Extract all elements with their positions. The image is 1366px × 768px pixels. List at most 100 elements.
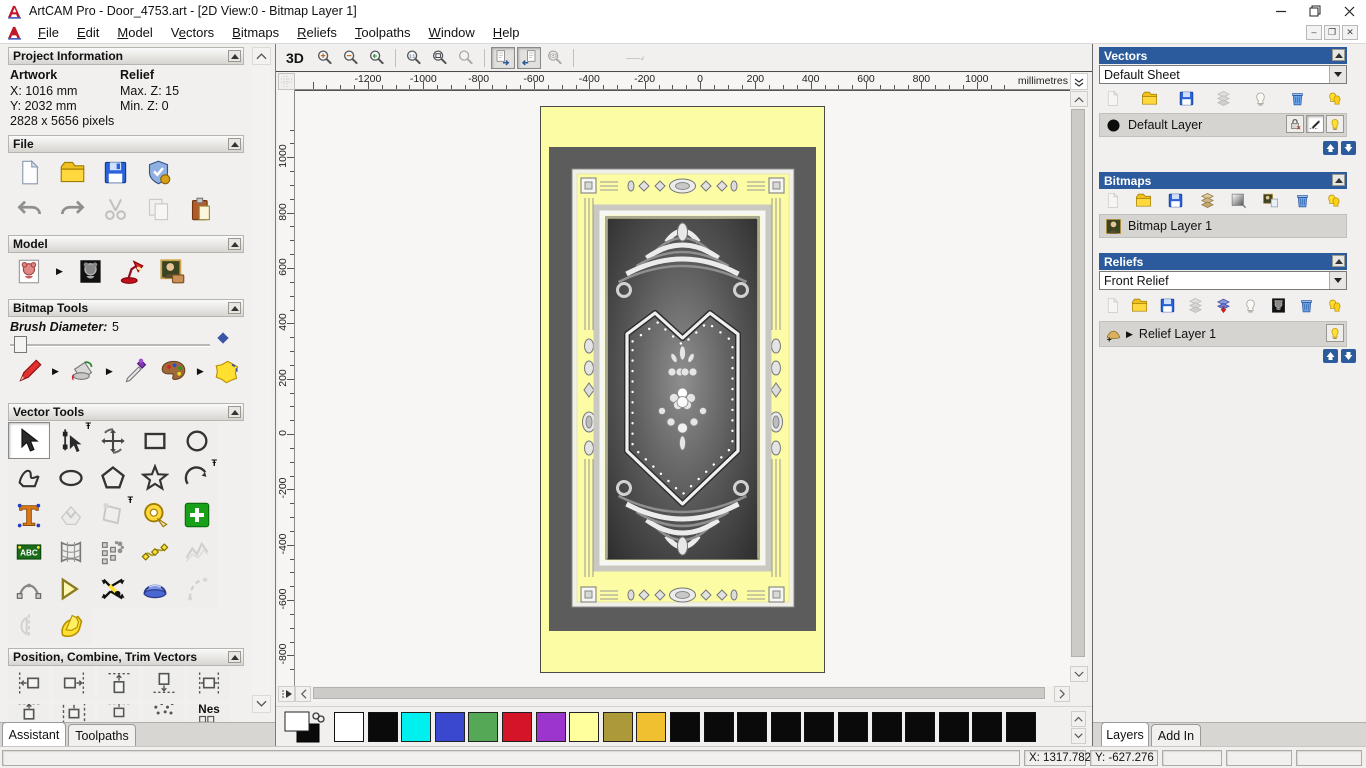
pan-page-button[interactable] bbox=[516, 46, 541, 69]
minimize-button[interactable] bbox=[1264, 0, 1298, 22]
menu-window[interactable]: Window bbox=[420, 23, 484, 42]
combine-relief-icon[interactable] bbox=[1214, 296, 1232, 314]
text-tool-button[interactable] bbox=[8, 496, 50, 533]
add-vectors-button[interactable] bbox=[176, 496, 218, 533]
flyout-arrow-icon[interactable]: ▶ bbox=[56, 266, 63, 277]
palette-swatch[interactable] bbox=[334, 712, 364, 742]
paint-bucket-icon[interactable] bbox=[68, 356, 98, 386]
view-3d-button[interactable]: 3D bbox=[286, 50, 304, 66]
wrap-text-button[interactable] bbox=[50, 496, 92, 533]
paste-icon[interactable] bbox=[186, 194, 216, 224]
expand-arrow-icon[interactable]: ▶ bbox=[1126, 329, 1133, 340]
hscroll-thumb[interactable] bbox=[313, 687, 1045, 699]
collapse-icon[interactable] bbox=[228, 406, 241, 418]
flyout-arrow-icon[interactable]: ▶ bbox=[197, 366, 204, 377]
menu-toolpaths[interactable]: Toolpaths bbox=[346, 23, 420, 42]
all-visible-icon[interactable] bbox=[1325, 296, 1343, 314]
select-vectors-button[interactable] bbox=[8, 422, 50, 459]
toggle-visibility-icon[interactable] bbox=[1251, 89, 1269, 107]
merge-layers-icon[interactable] bbox=[1186, 296, 1204, 314]
align-left-button[interactable] bbox=[8, 666, 49, 700]
palette-swatch[interactable] bbox=[401, 712, 432, 742]
vscroll-down-button[interactable] bbox=[1070, 666, 1088, 682]
project-information-header[interactable]: Project Information bbox=[8, 47, 244, 65]
zoom-fit-button[interactable] bbox=[428, 47, 452, 69]
paint-brush-icon[interactable] bbox=[14, 356, 44, 386]
transform-vectors-button[interactable] bbox=[92, 422, 134, 459]
palette-swatch[interactable] bbox=[569, 712, 600, 742]
palette-scroll-up[interactable] bbox=[1071, 711, 1086, 727]
layer-visible-button[interactable] bbox=[1326, 114, 1344, 133]
save-layer-icon[interactable] bbox=[1166, 191, 1184, 209]
delete-layer-icon[interactable] bbox=[1297, 296, 1315, 314]
save-file-icon[interactable] bbox=[100, 157, 130, 187]
close-button[interactable] bbox=[1332, 0, 1366, 22]
cut-icon[interactable] bbox=[100, 194, 130, 224]
rectangle-tool-button[interactable] bbox=[134, 422, 176, 459]
block-copy-button[interactable] bbox=[92, 533, 134, 570]
arc-tool-button[interactable]: Ŧ bbox=[176, 459, 218, 496]
all-visible-icon[interactable] bbox=[1325, 191, 1343, 209]
paste-along-curve-button[interactable]: Ŧ bbox=[98, 704, 139, 722]
palette-swatch[interactable] bbox=[838, 712, 868, 742]
palette-swatch[interactable] bbox=[770, 712, 801, 742]
snap-to-layer-button[interactable] bbox=[1306, 114, 1324, 133]
arrow-keys-button[interactable] bbox=[50, 570, 92, 607]
collapse-icon[interactable] bbox=[228, 651, 241, 663]
all-visible-icon[interactable] bbox=[1325, 89, 1343, 107]
pan-view-button[interactable] bbox=[490, 46, 515, 69]
node-editing-button[interactable]: Ŧ bbox=[50, 422, 92, 459]
colour-picker-icon[interactable] bbox=[122, 356, 152, 386]
options-shield-icon[interactable] bbox=[143, 157, 173, 187]
collapse-icon[interactable] bbox=[1332, 174, 1345, 186]
bitmap-layer-row[interactable]: Bitmap Layer 1 bbox=[1099, 214, 1347, 238]
menu-reliefs[interactable]: Reliefs bbox=[288, 23, 346, 42]
join-vectors-button[interactable] bbox=[8, 570, 50, 607]
layer-colour-icon[interactable] bbox=[1104, 116, 1122, 134]
nesting-button[interactable]: Nes bbox=[188, 704, 229, 722]
restore-button[interactable] bbox=[1298, 0, 1332, 22]
assistant-scroll-track[interactable] bbox=[252, 65, 271, 695]
layer-visible-button[interactable] bbox=[1326, 323, 1344, 342]
align-right-button[interactable] bbox=[53, 666, 94, 700]
ellipse-tool-button[interactable] bbox=[50, 459, 92, 496]
menu-help[interactable]: Help bbox=[484, 23, 529, 42]
vector-doctor-button[interactable] bbox=[50, 607, 92, 644]
bitmap-copy-icon[interactable] bbox=[1262, 191, 1280, 209]
collapse-icon[interactable] bbox=[1332, 255, 1345, 267]
position-combine-trim-header[interactable]: Position, Combine, Trim Vectors bbox=[8, 648, 244, 666]
toggle-visibility-icon[interactable] bbox=[1242, 296, 1260, 314]
palette-swatch[interactable] bbox=[535, 712, 566, 742]
palette-swatch[interactable] bbox=[434, 712, 465, 742]
scatter-copies-button[interactable] bbox=[143, 704, 184, 722]
open-layer-icon[interactable] bbox=[1140, 89, 1158, 107]
vscroll-up-button[interactable] bbox=[1070, 91, 1088, 107]
zoom-previous-button[interactable] bbox=[365, 47, 389, 69]
fit-arcs-button[interactable] bbox=[176, 570, 218, 607]
move-layer-down-button[interactable] bbox=[1341, 349, 1356, 363]
flood-fill-icon[interactable] bbox=[213, 356, 243, 386]
mdi-restore-button[interactable]: ❐ bbox=[1324, 25, 1340, 40]
reliefs-header[interactable]: Reliefs bbox=[1099, 253, 1347, 270]
zoom-object-button[interactable] bbox=[454, 47, 478, 69]
text-on-curve-button[interactable]: ABC bbox=[8, 533, 50, 570]
vscroll-thumb[interactable] bbox=[1071, 109, 1085, 657]
collapse-icon[interactable] bbox=[228, 238, 241, 250]
assistant-scroll-up[interactable] bbox=[252, 47, 271, 65]
collapse-icon[interactable] bbox=[228, 50, 241, 62]
merge-layers-icon[interactable] bbox=[1198, 191, 1216, 209]
freehand-polyline-button[interactable] bbox=[8, 459, 50, 496]
zoom-1to1-button[interactable]: 1:1 bbox=[402, 47, 426, 69]
file-section-header[interactable]: File bbox=[8, 135, 244, 153]
palette-swatch[interactable] bbox=[468, 712, 499, 742]
mirror-vectors-button[interactable] bbox=[8, 607, 50, 644]
menu-model[interactable]: Model bbox=[108, 23, 161, 42]
palette-scroll-down[interactable] bbox=[1071, 728, 1086, 744]
load-bitmap-icon[interactable] bbox=[158, 256, 188, 286]
create-boundary-button[interactable] bbox=[134, 570, 176, 607]
circle-tool-button[interactable] bbox=[176, 422, 218, 459]
hscroll-left-button[interactable] bbox=[295, 686, 311, 702]
envelope-distort-button[interactable] bbox=[50, 533, 92, 570]
align-centre-button[interactable] bbox=[188, 666, 229, 700]
palette-swatch[interactable] bbox=[670, 712, 700, 742]
